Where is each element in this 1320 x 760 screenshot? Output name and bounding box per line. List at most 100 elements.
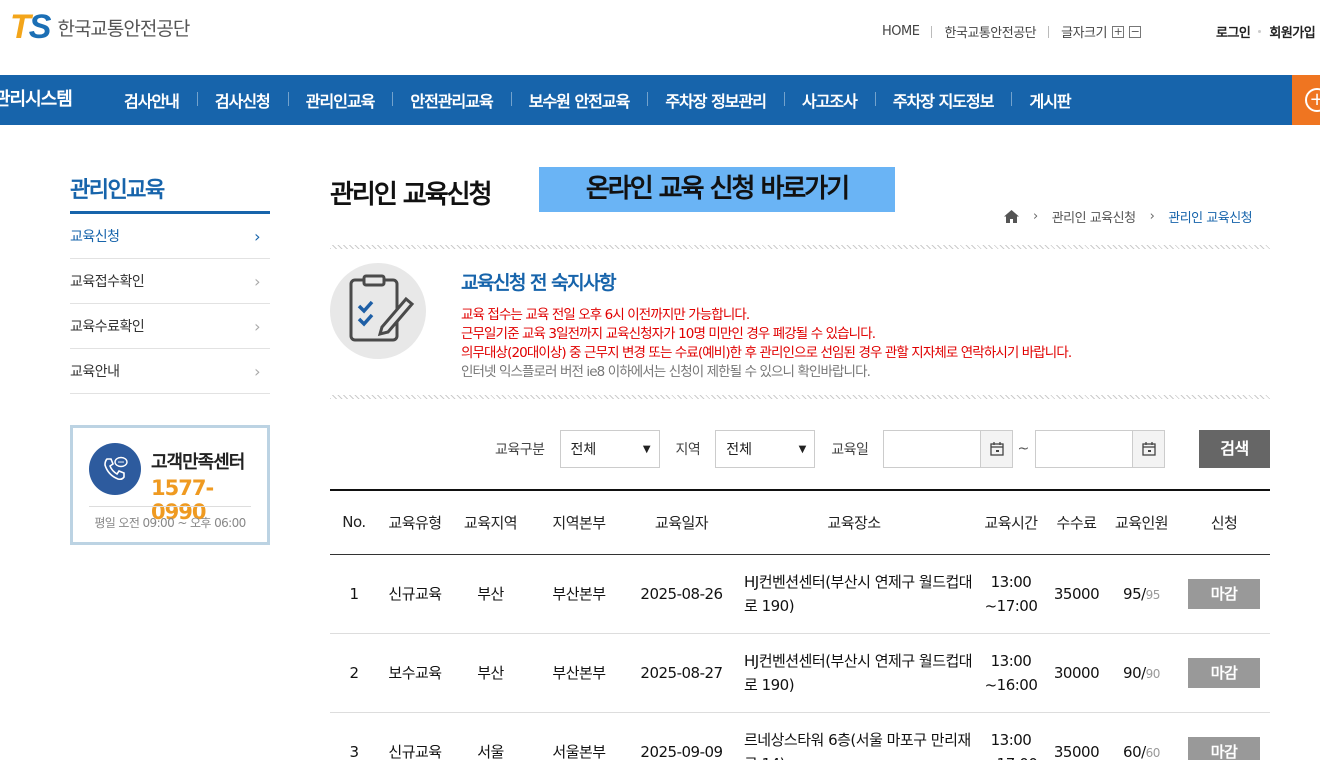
calendar-icon[interactable] (980, 431, 1013, 467)
cell-date: 2025-08-27 (629, 633, 734, 713)
time-end: ~17:00 (974, 752, 1048, 760)
cell-region: 부산 (452, 554, 529, 634)
home-link[interactable]: HOME (882, 24, 920, 39)
online-apply-button[interactable]: 온라인 교육 신청 바로가기 (539, 167, 895, 212)
font-decrease-button[interactable]: − (1128, 25, 1141, 38)
education-type-label: 교육구분 (495, 442, 545, 458)
checklist-icon (330, 263, 426, 359)
region-select[interactable]: 전체 ▼ (715, 430, 816, 468)
sidebar-item-receipt-check[interactable]: 교육접수확인 › (70, 259, 270, 304)
nav-item-manager-education[interactable]: 관리인교육 (287, 88, 393, 112)
cell-count: 95/95 (1105, 554, 1178, 634)
education-date-label: 교육일 (831, 442, 869, 458)
cell-place: HJ컨벤션센터(부산시 연제구 월드컵대로 190) (734, 633, 974, 713)
cell-place: 르네상스타워 6층(서울 마포구 만리재로 14) (734, 712, 974, 760)
sidebar-item-label: 교육안내 (70, 364, 120, 380)
main-nav: 관리시스템 검사안내 검사신청 관리인교육 안전관리교육 보수원 안전교육 주차… (0, 75, 1320, 125)
cell-fee: 35000 (1048, 712, 1105, 760)
home-icon[interactable] (1004, 210, 1019, 223)
phone-chat-icon (89, 443, 141, 495)
site-logo[interactable]: TS 한국교통안전공단 (10, 10, 190, 44)
nav-item-accident[interactable]: 사고조사 (783, 88, 875, 112)
notice-line: 교육 접수는 교육 전일 오후 6시 이전까지만 가능합니다. (461, 307, 750, 323)
search-filters: 교육구분 전체 ▼ 지역 전체 ▼ 교육일 ~ (495, 430, 1166, 468)
cell-type: 신규교육 (378, 712, 452, 760)
signup-link[interactable]: 회원가입 (1269, 22, 1315, 41)
nav-item-board[interactable]: 게시판 (1011, 88, 1088, 112)
cell-no: 3 (330, 712, 378, 760)
date-to-value (1036, 431, 1132, 467)
calendar-icon[interactable] (1132, 431, 1165, 467)
col-header: 교육시간 (974, 489, 1048, 555)
closed-button[interactable]: 마감 (1188, 657, 1260, 688)
system-label[interactable]: 관리시스템 (0, 75, 73, 125)
col-header: 수수료 (1048, 489, 1105, 555)
nav-item-inspection-guide[interactable]: 검사안내 (106, 88, 197, 112)
utility-links: HOME 한국교통안전공단 글자크기 + − (882, 22, 1141, 41)
all-menu-button[interactable]: + (1292, 75, 1320, 125)
logo-text: 한국교통안전공단 (57, 17, 190, 40)
region-value: 전체 (726, 442, 753, 458)
nav-item-inspection-apply[interactable]: 검사신청 (196, 88, 288, 112)
cell-no: 1 (330, 554, 378, 634)
nav-item-parking-map[interactable]: 주차장 지도정보 (874, 88, 1012, 112)
nav-item-parking-info[interactable]: 주차장 정보관리 (647, 88, 784, 112)
date-from-field[interactable] (883, 430, 1014, 468)
sidebar-item-label: 교육접수확인 (70, 274, 145, 290)
sidebar-item-completion-check[interactable]: 교육수료확인 › (70, 304, 270, 349)
education-type-select[interactable]: 전체 ▼ (559, 430, 660, 468)
chevron-right-icon: › (1033, 209, 1038, 224)
plus-circle-icon: + (1305, 88, 1320, 112)
date-from-value (884, 431, 980, 467)
col-header: 교육유형 (378, 489, 452, 555)
time-end: ~16:00 (984, 675, 1038, 694)
sidebar-item-label: 교육수료확인 (70, 319, 145, 335)
sidebar-item-apply[interactable]: 교육신청 › (70, 214, 270, 259)
cell-hq: 부산본부 (529, 554, 629, 634)
nav-item-maintenance-education[interactable]: 보수원 안전교육 (510, 88, 648, 112)
nav-item-safety-education[interactable]: 안전관리교육 (392, 88, 510, 112)
divider (931, 25, 933, 38)
count-max: 95 (1145, 587, 1161, 602)
education-type-value: 전체 (570, 442, 597, 458)
page-title: 관리인 교육신청 (330, 180, 492, 210)
cell-fee: 30000 (1048, 633, 1105, 713)
cell-apply: 마감 (1178, 554, 1270, 634)
notice-body: 교육 접수는 교육 전일 오후 6시 이전까지만 가능합니다. 근무일기준 교육… (461, 306, 1072, 382)
cell-date: 2025-09-09 (629, 712, 734, 760)
kotsa-link[interactable]: 한국교통안전공단 (944, 22, 1036, 41)
chevron-right-icon: › (254, 316, 260, 336)
cell-type: 보수교육 (378, 633, 452, 713)
col-header: 지역본부 (529, 489, 629, 555)
col-header: 교육일자 (629, 489, 734, 555)
divider (330, 395, 1270, 399)
closed-button[interactable]: 마감 (1188, 578, 1260, 609)
divider (1048, 25, 1050, 38)
cell-time: 13:00 ~16:00 (974, 633, 1048, 713)
font-size-label: 글자크기 (1061, 26, 1107, 41)
cell-no: 2 (330, 633, 378, 713)
cell-type: 신규교육 (378, 554, 452, 634)
chevron-right-icon: › (1149, 209, 1155, 224)
count-current: 90/ (1123, 663, 1146, 682)
time-start: 13:00 (990, 651, 1032, 670)
count-max: 90 (1145, 666, 1161, 681)
sidebar-item-label: 교육신청 (70, 229, 120, 245)
col-header: 교육장소 (734, 489, 974, 555)
sidebar-item-guide[interactable]: 교육안내 › (70, 349, 270, 394)
cell-region: 부산 (452, 633, 529, 713)
breadcrumb-item[interactable]: 관리인 교육신청 (1052, 207, 1136, 226)
nav-menu: 검사안내 검사신청 관리인교육 안전관리교육 보수원 안전교육 주차장 정보관리… (106, 75, 1089, 125)
closed-button[interactable]: 마감 (1188, 736, 1260, 760)
cell-hq: 부산본부 (529, 633, 629, 713)
font-increase-button[interactable]: + (1111, 25, 1124, 38)
search-button[interactable]: 검색 (1199, 430, 1270, 468)
col-header: 교육지역 (452, 489, 529, 555)
cell-hq: 서울본부 (529, 712, 629, 760)
col-header: 신청 (1178, 489, 1270, 555)
login-link[interactable]: 로그인 (1216, 22, 1251, 41)
date-to-field[interactable] (1035, 430, 1166, 468)
customer-center-box: 고객만족센터 1577-0990 평일 오전 09:00 ~ 오후 06:00 (70, 425, 270, 545)
notice-line-browser: 인터넷 익스플로러 버전 ie8 이하에서는 신청이 제한될 수 있으니 확인바… (461, 364, 871, 380)
cell-apply: 마감 (1178, 633, 1270, 713)
